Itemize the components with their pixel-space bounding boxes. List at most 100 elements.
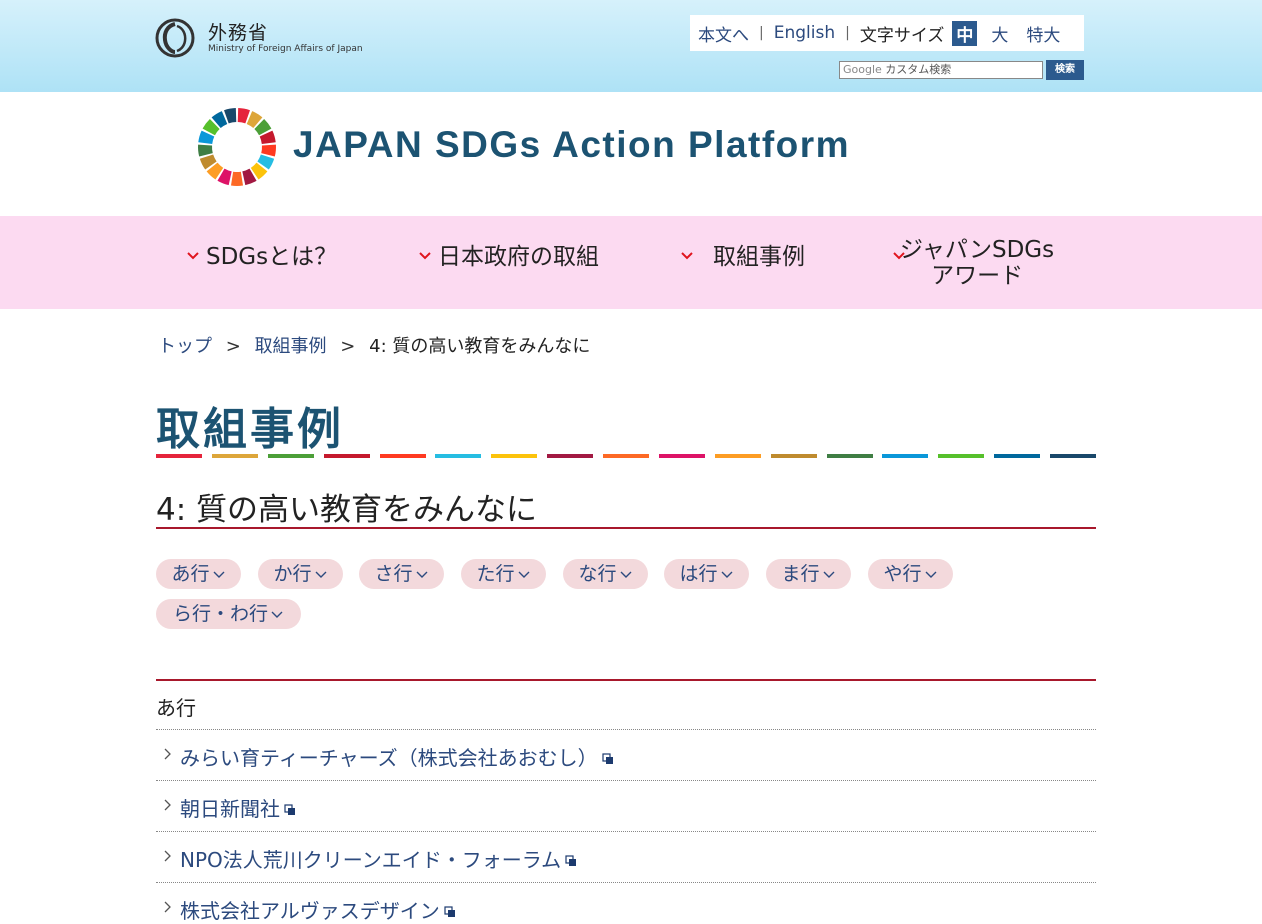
search-brand: Google [843,63,882,76]
goal-color-segment [771,454,817,458]
kana-filter-button[interactable]: あ行 [156,559,241,589]
global-nav: SDGsとは？ 日本政府の取組 取組事例 ジャパンSDGs アワード [0,216,1262,309]
chevron-down-icon [187,252,199,260]
kana-filter-button[interactable]: た行 [461,559,546,589]
kana-filter-label: ま行 [781,563,820,585]
kana-filter-label: あ行 [171,563,210,585]
goal-color-segment [491,454,537,458]
goal-color-segment [435,454,481,458]
goal-color-segment [827,454,873,458]
section-title-underline [156,527,1096,529]
goal-color-segment [1050,454,1096,458]
chevron-down-icon [823,571,834,578]
goal-color-segment [882,454,928,458]
nav-item-label: ジャパンSDGs アワード [900,237,1054,289]
chevron-right-icon [164,850,171,861]
list-item-link[interactable]: NPO法人荒川クリーンエイド・フォーラム [180,844,561,873]
font-size-medium-button[interactable]: 中 [952,20,978,46]
breadcrumb-top-link[interactable]: トップ [158,336,212,357]
list-item-link[interactable]: 株式会社アルヴァスデザイン [180,895,440,924]
group-divider [156,679,1096,681]
breadcrumb-separator: > [340,336,356,357]
goal-color-segment [715,454,761,458]
nav-item-label: 日本政府の取組 [438,244,599,270]
search-input[interactable]: Google カスタム検索 [839,61,1043,79]
ministry-name[interactable]: 外務省 [208,18,268,45]
utility-separator: | [845,25,850,41]
list-item[interactable]: NPO法人荒川クリーンエイド・フォーラム [162,844,577,873]
kana-filter-button[interactable]: ま行 [766,559,851,589]
kana-filter-label: は行 [679,563,718,585]
goal-color-segment [547,454,593,458]
font-size-label: 文字サイズ [859,25,945,46]
sdg-wheel-segment [198,144,213,157]
section-title: 4: 質の高い教育をみんなに [156,492,538,528]
nav-item-japan-sdgs-award[interactable]: ジャパンSDGs アワード [892,237,1054,289]
nav-item-label: 取組事例 [713,244,805,270]
chevron-down-icon [419,252,431,260]
kana-filter-label: か行 [273,563,312,585]
kana-filter-button[interactable]: さ行 [359,559,444,589]
sdg-wheel-segment [230,171,244,186]
list-item-link[interactable]: 朝日新聞社 [180,793,280,822]
goal-color-segment [212,454,258,458]
list-divider [156,780,1096,781]
nav-item-label: SDGsとは？ [206,244,338,270]
group-label: あ行 [156,696,196,720]
external-link-icon [565,854,577,866]
search-button[interactable]: 検索 [1046,60,1084,80]
kana-filter-label: な行 [578,563,617,585]
nav-item-government[interactable]: 日本政府の取組 [418,237,599,271]
chevron-right-icon [164,799,171,810]
kana-filter-button[interactable]: ら行・わ行 [156,599,301,629]
mofa-logo-icon[interactable] [155,18,195,58]
chevron-down-icon [271,611,283,618]
breadcrumb-current: 4: 質の高い教育をみんなに [369,336,591,357]
skip-to-content-link[interactable]: 本文へ [698,21,749,46]
chevron-down-icon [721,571,732,578]
goal-color-segment [324,454,370,458]
search-placeholder: カスタム検索 [885,63,952,76]
platform-title[interactable]: JAPAN SDGs Action Platform [293,124,850,166]
font-size-large-button[interactable]: 大 [987,21,1012,46]
nav-item-case-studies[interactable]: 取組事例 [680,237,805,271]
external-link-icon [602,752,613,764]
chevron-down-icon [681,252,693,260]
kana-filter-button[interactable]: や行 [868,559,953,589]
sdg-wheel-icon[interactable] [197,107,277,187]
chevron-down-icon [893,252,905,260]
kana-filter-button[interactable]: は行 [664,559,749,589]
site-header: 外務省 Ministry of Foreign Affairs of Japan… [0,0,1262,92]
nav-item-label-line2: アワード [931,263,1024,289]
external-link-icon [444,905,455,917]
chevron-down-icon [925,571,936,578]
kana-filter-button[interactable]: な行 [563,559,648,589]
sdg-wheel-segment [261,144,276,157]
chevron-down-icon [518,571,529,578]
list-item-link[interactable]: みらい育ティーチャーズ（株式会社あおむし） [180,742,598,771]
nav-item-about-sdgs[interactable]: SDGsとは？ [186,237,337,271]
goal-color-segment [603,454,649,458]
goal-color-segment [380,454,426,458]
list-divider [156,729,1096,730]
breadcrumb: トップ > 取組事例 > 4: 質の高い教育をみんなに [158,332,590,358]
english-link[interactable]: English [774,23,835,43]
list-item[interactable]: 株式会社アルヴァスデザイン [162,895,456,924]
kana-filter-label: や行 [883,563,922,585]
chevron-down-icon [315,571,326,578]
kana-filter-label: た行 [476,563,515,585]
utility-separator: | [759,25,764,41]
kana-filter-button[interactable]: か行 [258,559,343,589]
ministry-subtitle[interactable]: Ministry of Foreign Affairs of Japan [208,44,363,54]
font-size-xlarge-button[interactable]: 特大 [1022,21,1064,46]
list-item[interactable]: 朝日新聞社 [162,793,296,822]
goal-color-segment [156,454,202,458]
list-item[interactable]: みらい育ティーチャーズ（株式会社あおむし） [162,742,614,771]
list-divider [156,831,1096,832]
chevron-down-icon [416,571,427,578]
breadcrumb-case-studies-link[interactable]: 取組事例 [255,336,327,357]
list-divider [156,882,1096,883]
chevron-down-icon [213,571,224,578]
chevron-right-icon [164,748,171,759]
goal-color-segment [268,454,314,458]
